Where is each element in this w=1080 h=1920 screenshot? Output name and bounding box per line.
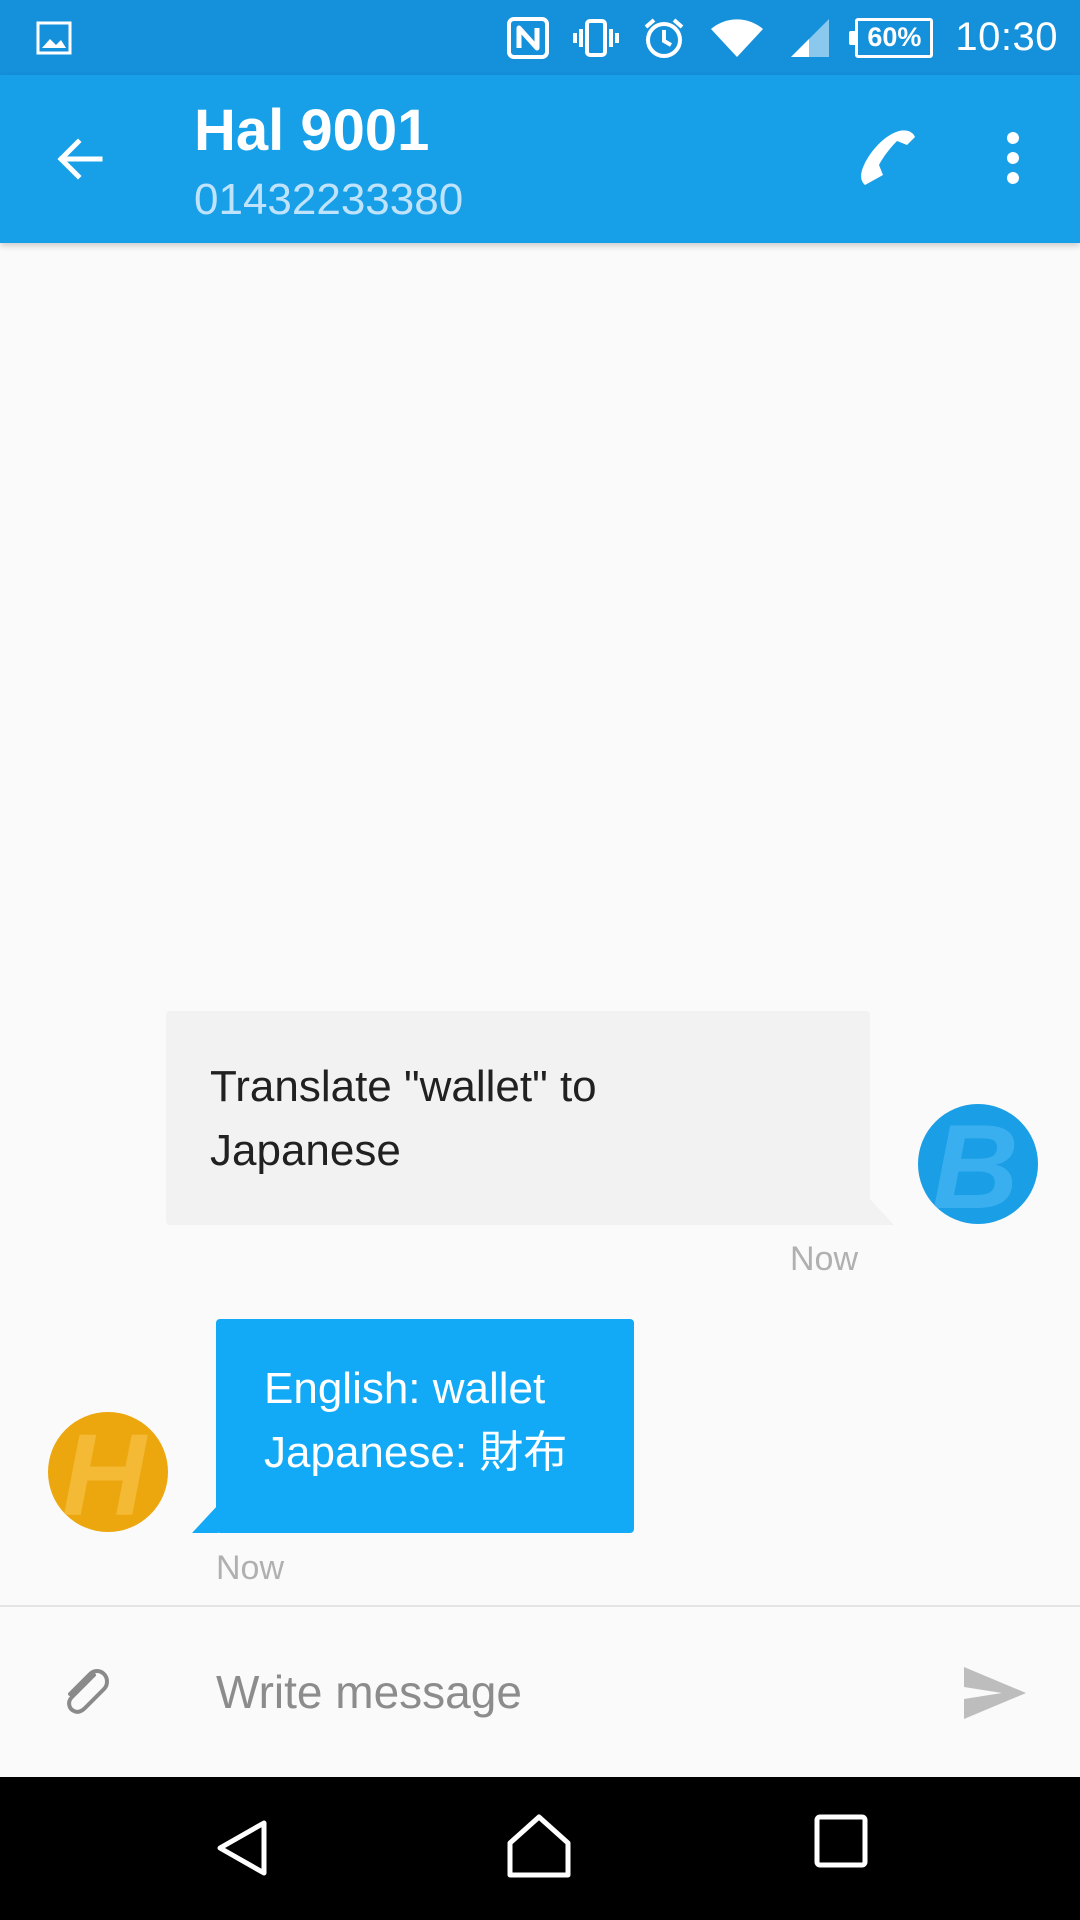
more-vertical-icon[interactable] — [990, 125, 1036, 191]
app-bar: Hal 9001 01432233380 — [0, 75, 1080, 243]
message-timestamp: Now — [790, 1240, 859, 1278]
phone-icon[interactable] — [855, 125, 921, 191]
bubble-tail — [192, 1505, 218, 1533]
avatar-letter: H — [62, 1412, 146, 1532]
cell-signal-icon — [791, 18, 830, 57]
message-input[interactable] — [216, 1649, 916, 1735]
navigation-bar — [0, 1777, 1080, 1920]
message-list[interactable]: Translate "wallet" to Japanese B Now Eng… — [0, 243, 1080, 1605]
battery-percent: 60% — [867, 22, 922, 52]
vibrate-icon — [573, 18, 620, 57]
message-line: English: wallet — [264, 1364, 546, 1413]
paperclip-icon[interactable] — [56, 1661, 116, 1721]
message-line: Japanese — [210, 1126, 401, 1175]
message-timestamp: Now — [216, 1549, 285, 1587]
status-icons: 60% 10:30 — [505, 0, 1058, 75]
clock: 10:30 — [955, 15, 1058, 59]
compose-bar — [0, 1605, 1080, 1777]
avatar-letter: B — [932, 1104, 1019, 1224]
home-icon[interactable] — [504, 1811, 574, 1881]
back-triangle-icon[interactable] — [210, 1815, 276, 1881]
nfc-icon — [507, 16, 550, 59]
recents-icon[interactable] — [813, 1813, 869, 1869]
avatar[interactable]: B — [918, 1104, 1038, 1224]
battery-icon: 60% — [849, 17, 934, 58]
alarm-icon — [645, 17, 684, 58]
send-icon[interactable] — [962, 1665, 1028, 1721]
contact-number: 01432233380 — [194, 175, 464, 224]
gallery-icon — [36, 21, 72, 55]
wifi-icon — [711, 18, 765, 57]
avatar[interactable]: H — [48, 1412, 168, 1532]
message-bubble-outgoing[interactable]: Translate "wallet" to Japanese — [166, 1011, 870, 1225]
contact-name: Hal 9001 — [194, 98, 430, 163]
message-line: Japanese: 財布 — [264, 1428, 568, 1477]
message-line: Translate "wallet" to — [210, 1062, 597, 1111]
arrow-left-icon[interactable] — [50, 129, 110, 189]
status-bar: 60% 10:30 — [0, 0, 1080, 75]
message-bubble-incoming[interactable]: English: wallet Japanese: 財布 — [216, 1319, 634, 1533]
bubble-tail — [868, 1197, 894, 1225]
